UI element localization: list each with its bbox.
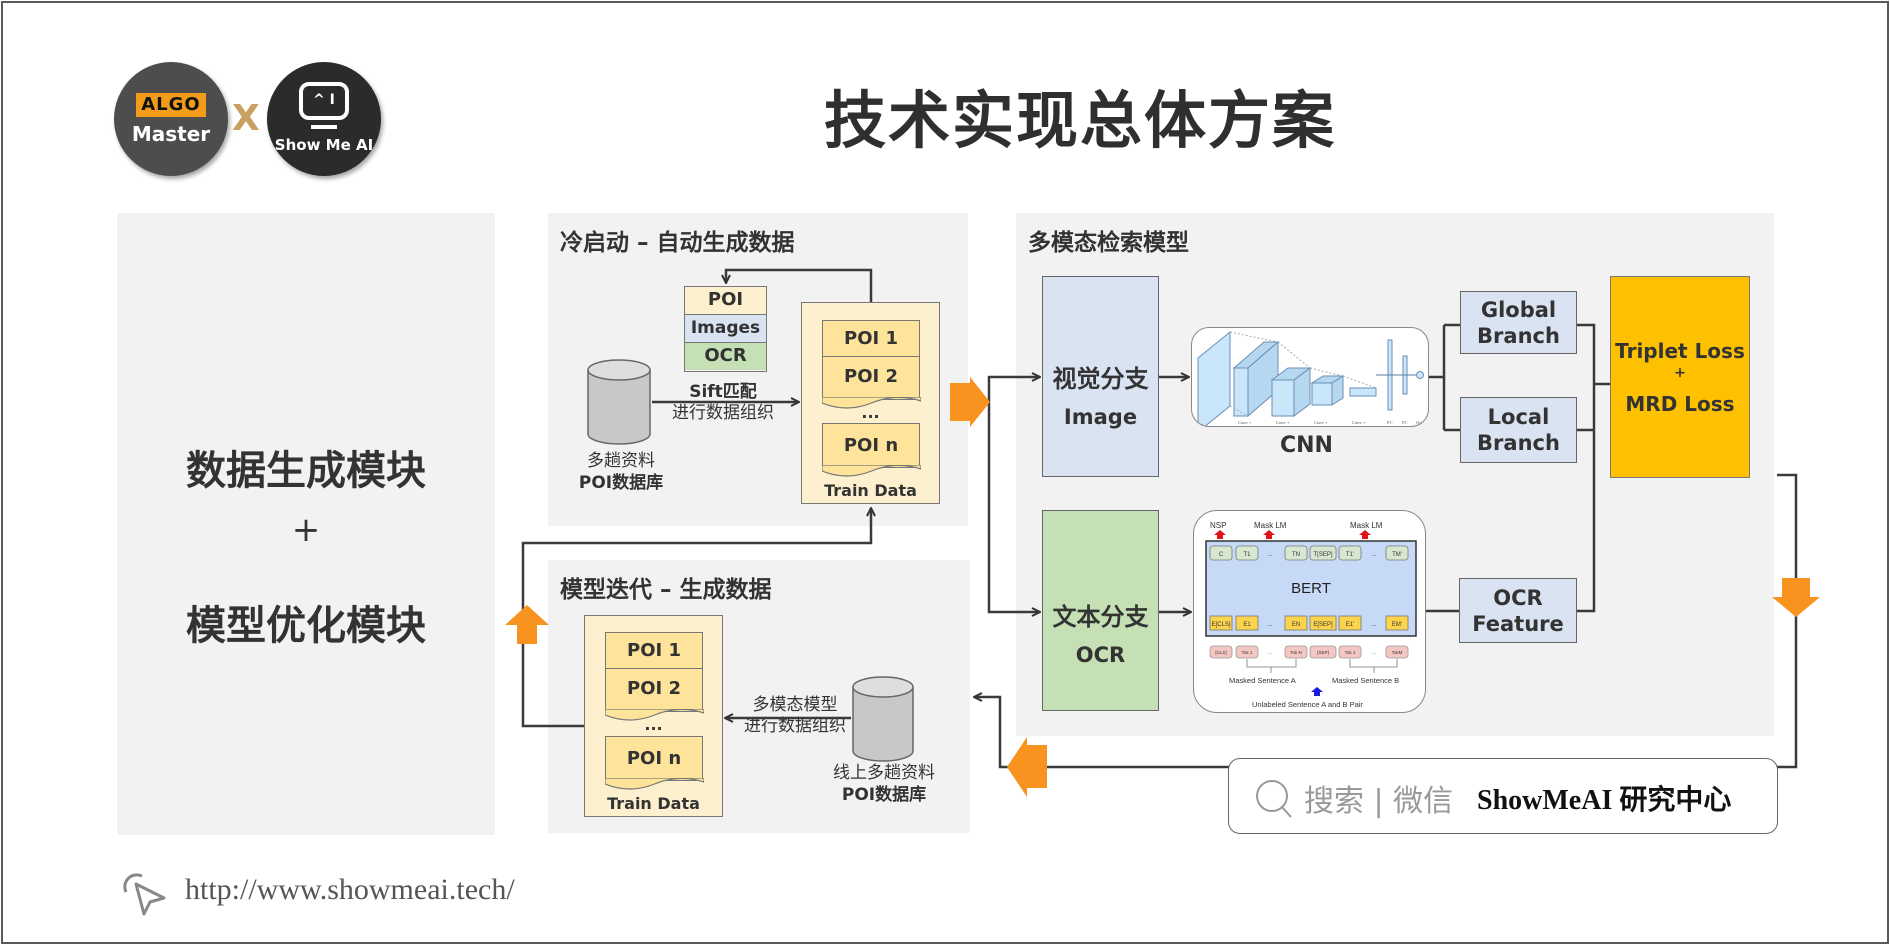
website-url[interactable]: http://www.showmeai.tech/ xyxy=(185,873,515,907)
iteration-to-train-connector xyxy=(521,508,871,728)
loss-feedback-connector xyxy=(974,473,1798,769)
search-label: 搜索 | 微信 xyxy=(1304,784,1454,819)
to-text-branch-connector xyxy=(987,402,1040,612)
orange-left-arrow-icon xyxy=(1007,737,1047,797)
orange-right-arrow-icon xyxy=(950,377,990,427)
cnn-to-branches-connector xyxy=(1429,323,1460,432)
showmeai-brand: ShowMeAI 研究中心 xyxy=(1477,785,1732,816)
to-visual-branch-connector xyxy=(987,377,1040,402)
feedback-connector xyxy=(726,268,873,302)
search-icon xyxy=(1256,780,1292,818)
wechat-search-box[interactable]: 搜索 | 微信 ShowMeAI 研究中心 xyxy=(1228,758,1778,834)
orange-up-arrow-icon xyxy=(505,605,549,644)
orange-down-arrow-icon xyxy=(1772,578,1820,617)
features-to-loss-connector xyxy=(1577,323,1610,613)
cursor-click-icon xyxy=(123,873,166,916)
